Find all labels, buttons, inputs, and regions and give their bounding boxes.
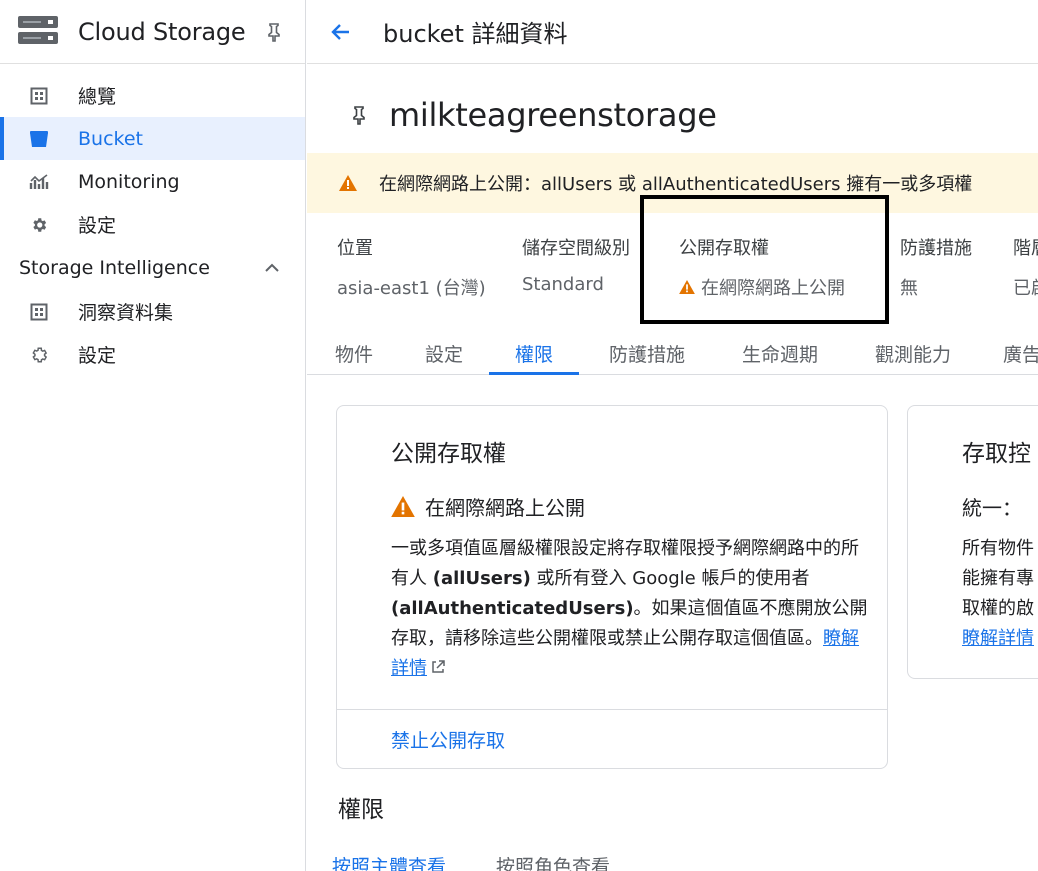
bucket-name: milkteagreenstorage	[389, 96, 717, 134]
property-location: 位置 asia-east1 (台灣)	[337, 234, 486, 300]
tab-observability[interactable]: 觀測能力	[870, 330, 956, 375]
warning-icon	[679, 280, 695, 294]
gear-icon	[28, 214, 50, 236]
property-label: 階層	[1013, 238, 1038, 259]
tab-ads[interactable]: 廣告	[1003, 330, 1038, 375]
property-public-access: 公開存取權 在網際網路上公開	[679, 234, 845, 300]
tab-protection[interactable]: 防護措施	[604, 330, 690, 375]
dataset-icon	[28, 301, 50, 323]
public-access-card: 公開存取權 在網際網路上公開 一或多項值區層級權限設定將存取權限授予網際網路中的…	[336, 405, 888, 769]
sidebar-item-label: Monitoring	[78, 170, 180, 193]
bucket-header: milkteagreenstorage	[351, 96, 717, 134]
tab-lifecycle[interactable]: 生命週期	[737, 330, 823, 375]
desc-allauth: (allAuthenticatedUsers)	[391, 598, 634, 619]
banner-text: 在網際網路上公開：allUsers 或 allAuthenticatedUser…	[379, 174, 973, 195]
property-label: 公開存取權	[679, 238, 769, 259]
section-title: Storage Intelligence	[19, 257, 210, 279]
back-arrow-icon[interactable]	[329, 20, 353, 44]
dashboard-icon	[28, 85, 50, 107]
property-label: 儲存空間級別	[522, 238, 630, 259]
prevent-public-access-button[interactable]: 禁止公開存取	[391, 726, 505, 753]
card-description: 所有物件 能擁有專 取權的啟 瞭解詳情	[962, 534, 1034, 654]
sidebar-item-insights-datasets[interactable]: 洞察資料集	[0, 290, 305, 333]
product-title: Cloud Storage	[78, 17, 246, 46]
property-value: asia-east1 (台灣)	[337, 278, 486, 299]
sidebar-item-overview[interactable]: 總覽	[0, 74, 305, 117]
warning-icon	[391, 496, 415, 517]
desc-line: 所有物件	[962, 538, 1034, 559]
bucket-icon	[28, 128, 50, 150]
section-storage-intelligence[interactable]: Storage Intelligence	[0, 246, 305, 290]
pin-icon[interactable]	[351, 105, 367, 125]
property-value: 無	[900, 278, 918, 299]
property-label: 防護措施	[900, 238, 972, 259]
cloud-storage-logo-icon	[18, 15, 58, 48]
view-by-principal-tab[interactable]: 按照主體查看	[332, 852, 446, 871]
public-access-status: 在網際網路上公開	[391, 492, 585, 521]
top-bar: bucket 詳細資料	[307, 0, 1038, 64]
page-title: bucket 詳細資料	[383, 20, 568, 48]
desc-text: 或所有登入 Google 帳戶的使用者	[530, 568, 810, 589]
property-label: 位置	[337, 238, 373, 259]
chevron-up-icon[interactable]	[265, 263, 279, 273]
card-description: 一或多項值區層級權限設定將存取權限授予網際網路中的所有人 (allUsers) …	[391, 534, 871, 684]
status-text: 在網際網路上公開	[425, 496, 585, 520]
desc-line: 取權的啟	[962, 598, 1034, 619]
permissions-title: 權限	[338, 797, 384, 823]
property-value: Standard	[522, 274, 604, 295]
sidebar-item-label: 總覽	[78, 86, 117, 108]
sidebar-item-monitoring[interactable]: Monitoring	[0, 160, 305, 203]
desc-line: 能擁有專	[962, 568, 1034, 589]
property-tier: 階層 已啟	[1013, 234, 1038, 300]
sidebar-item-bucket[interactable]: Bucket	[0, 117, 305, 160]
main-content: bucket 詳細資料 milkteagreenstorage 在網際網路上公開…	[307, 0, 1038, 871]
tab-permissions[interactable]: 權限	[489, 330, 579, 375]
sidebar: Cloud Storage 總覽 Bucket Monitoring 設定 St…	[0, 0, 306, 871]
sidebar-header: Cloud Storage	[0, 0, 305, 64]
property-storage-class: 儲存空間級別 Standard	[522, 234, 630, 295]
sidebar-item-settings[interactable]: 設定	[0, 203, 305, 246]
sidebar-item-label: 洞察資料集	[78, 302, 174, 324]
warning-icon	[339, 175, 357, 191]
external-link-icon[interactable]	[431, 660, 445, 674]
desc-allusers: (allUsers)	[432, 568, 531, 589]
property-value: 在網際網路上公開	[701, 278, 845, 299]
sidebar-item-label: 設定	[78, 215, 117, 237]
sidebar-item-intelligence-settings[interactable]: 設定	[0, 333, 305, 376]
property-protection: 防護措施 無	[900, 234, 972, 300]
bucket-properties: 位置 asia-east1 (台灣) 儲存空間級別 Standard 公開存取權…	[337, 234, 1038, 304]
pin-icon[interactable]	[266, 22, 282, 42]
permissions-view-tabs: 按照主體查看 按照角色查看	[332, 852, 610, 871]
tab-bar: 物件 設定 權限 防護措施 生命週期 觀測能力 廣告	[307, 330, 1038, 375]
property-value: 已啟	[1013, 278, 1038, 299]
public-warning-banner: 在網際網路上公開：allUsers 或 allAuthenticatedUser…	[307, 153, 1038, 213]
card-divider	[337, 709, 887, 710]
sidebar-item-label: Bucket	[78, 127, 143, 150]
card-title: 公開存取權	[391, 441, 506, 467]
view-by-role-tab[interactable]: 按照角色查看	[496, 852, 610, 871]
card-title: 存取控	[962, 441, 1031, 467]
gear-outline-icon	[28, 344, 50, 366]
monitoring-icon	[28, 171, 50, 193]
tab-configuration[interactable]: 設定	[422, 330, 466, 375]
sidebar-item-label: 設定	[78, 345, 117, 367]
access-control-card: 存取控 統一： 所有物件 能擁有專 取權的啟 瞭解詳情	[907, 405, 1038, 679]
access-control-mode: 統一：	[962, 496, 1022, 520]
learn-more-link[interactable]: 瞭解詳情	[962, 628, 1034, 649]
tab-objects[interactable]: 物件	[332, 330, 376, 375]
property-value-public: 在網際網路上公開	[679, 274, 845, 300]
